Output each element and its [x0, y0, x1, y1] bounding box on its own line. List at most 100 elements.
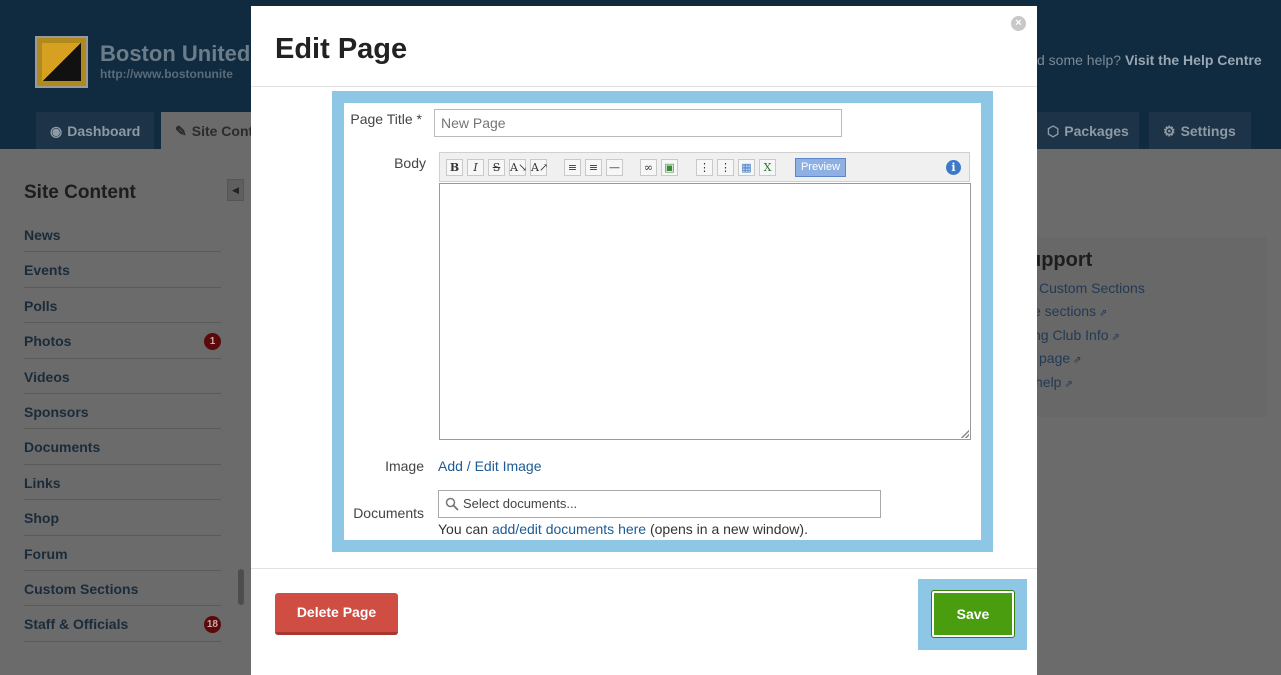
sidebar-item-polls[interactable]: Polls	[24, 288, 221, 324]
documents-note-suffix: (opens in a new window).	[649, 521, 808, 537]
external-link-icon: ⇗	[1099, 308, 1108, 319]
excel-icon[interactable]: X	[759, 159, 776, 176]
sidebar-item-staff-officials[interactable]: Staff & Officials 18	[24, 606, 221, 642]
bullet-list-icon[interactable]: ⋮	[696, 159, 713, 176]
support-link-sections[interactable]: e sections ⇗	[1033, 303, 1107, 319]
sidebar-item-photos[interactable]: Photos 1	[24, 323, 221, 359]
sidebar-item-label: News	[24, 227, 61, 243]
sidebar-item-label: Videos	[24, 368, 70, 385]
subscript-icon[interactable]: A↘	[509, 159, 527, 176]
sidebar-item-label: Forum	[24, 545, 68, 562]
tab-site-content[interactable]: ✎ Site Cont	[161, 112, 254, 149]
support-panel: upport Custom Sections e sections ⇗ ng Cl…	[1000, 237, 1266, 417]
documents-note-prefix: You can	[438, 521, 489, 537]
collapse-sidebar-button[interactable]: ◀	[227, 179, 244, 201]
sidebar-item-label: Photos	[24, 333, 72, 350]
sidebar-item-shop[interactable]: Shop	[24, 500, 221, 536]
edit-page-modal: Edit Page × Page Title * Body B I S A↘ A…	[251, 6, 1037, 675]
documents-label: Documents	[353, 505, 424, 521]
sidebar-scrollbar[interactable]	[238, 569, 244, 605]
sidebar-item-documents[interactable]: Documents	[24, 429, 221, 465]
tab-label: Packages	[1064, 123, 1129, 139]
edit-page-form: Page Title * Body B I S A↘ A↗ ≡ ≡ — ∞ ▣ …	[344, 103, 981, 540]
preview-button[interactable]: Preview	[795, 158, 846, 177]
add-edit-image-link[interactable]: Add / Edit Image	[438, 458, 542, 474]
sidebar-item-events[interactable]: Events	[24, 252, 221, 288]
editor-toolbar: B I S A↘ A↗ ≡ ≡ — ∞ ▣ ⋮ ⋮ ▦ X Preview i	[439, 152, 970, 182]
sidebar-item-label: Sponsors	[24, 403, 89, 420]
page-title-input[interactable]	[434, 109, 842, 137]
save-button[interactable]: Save	[931, 590, 1015, 638]
numbered-list-icon[interactable]: ⋮	[717, 159, 734, 176]
external-link-icon: ⇗	[1073, 355, 1082, 366]
image-icon[interactable]: ▣	[661, 159, 678, 176]
strikethrough-button[interactable]: S	[488, 159, 505, 176]
gear-icon: ⚙	[1163, 123, 1176, 139]
documents-placeholder: Select documents...	[463, 496, 578, 511]
italic-button[interactable]: I	[467, 159, 484, 176]
help-prompt: d some help? Visit the Help Centre	[1037, 52, 1262, 68]
superscript-icon[interactable]: A↗	[530, 159, 548, 176]
sidebar-title: Site Content	[24, 182, 136, 203]
info-icon[interactable]: i	[946, 160, 961, 175]
sidebar-item-label: Events	[24, 262, 70, 279]
sidebar-item-forum[interactable]: Forum	[24, 536, 221, 571]
modal-title: Edit Page	[275, 33, 408, 65]
dashboard-icon: ◉	[50, 123, 63, 139]
sidebar-item-custom-sections[interactable]: Custom Sections	[24, 571, 221, 607]
support-link-page[interactable]: page ⇗	[1039, 350, 1082, 366]
documents-select[interactable]: Select documents...	[438, 490, 881, 518]
count-badge: 18	[203, 616, 221, 634]
align-center-icon[interactable]: ≡	[564, 159, 581, 176]
support-link-label: page	[1039, 350, 1071, 366]
sidebar-item-label: Shop	[24, 510, 59, 527]
tab-packages[interactable]: ⬡ Packages	[1037, 112, 1139, 149]
sidebar-item-videos[interactable]: Videos	[24, 359, 221, 394]
sidebar-item-links[interactable]: Links	[24, 465, 221, 501]
search-icon	[445, 497, 459, 511]
support-link-custom-sections[interactable]: Custom Sections	[1039, 280, 1145, 296]
site-url: http://www.bostonunite	[100, 67, 233, 81]
sidebar-item-label: Polls	[24, 297, 58, 314]
sidebar-list: News Events Polls Photos 1 Videos Sponsor…	[24, 217, 221, 642]
support-link-help[interactable]: help ⇗	[1035, 374, 1073, 390]
support-link-club-info[interactable]: ng Club Info ⇗	[1033, 327, 1120, 343]
form-highlight: Page Title * Body B I S A↘ A↗ ≡ ≡ — ∞ ▣ …	[332, 91, 993, 552]
sidebar-item-sponsors[interactable]: Sponsors	[24, 394, 221, 430]
tab-dashboard[interactable]: ◉ Dashboard	[36, 112, 155, 149]
body-textarea[interactable]	[439, 183, 971, 440]
package-icon: ⬡	[1047, 123, 1060, 139]
align-right-icon[interactable]: ≡	[585, 159, 602, 176]
club-logo	[35, 36, 88, 88]
sidebar-item-label: Documents	[24, 439, 101, 456]
external-link-icon: ⇗	[1111, 332, 1120, 343]
tab-settings[interactable]: ⚙ Settings	[1149, 112, 1251, 149]
save-highlight: Save	[918, 579, 1027, 650]
site-name: Boston United	[100, 41, 251, 66]
table-icon[interactable]: ▦	[738, 159, 755, 176]
sidebar: Site Content ◀ News Events Polls Photos 1…	[0, 149, 244, 675]
support-link-label: e sections	[1033, 303, 1097, 319]
add-edit-documents-link[interactable]: add/edit documents here	[492, 521, 646, 537]
help-centre-link[interactable]: Visit the Help Centre	[1125, 52, 1262, 68]
sidebar-item-label: Custom Sections	[24, 580, 139, 597]
horizontal-rule-icon[interactable]: —	[606, 159, 623, 176]
resize-handle[interactable]	[961, 430, 969, 438]
image-label: Image	[385, 458, 424, 474]
count-badge: 1	[204, 333, 221, 351]
sidebar-item-news[interactable]: News	[24, 217, 221, 253]
support-link-label: Custom Sections	[1039, 280, 1145, 296]
tab-label: Dashboard	[67, 123, 141, 139]
support-link-label: ng Club Info	[1033, 327, 1109, 343]
tab-label: Site Cont	[191, 123, 254, 139]
divider	[251, 568, 1037, 569]
delete-page-button[interactable]: Delete Page	[275, 593, 398, 635]
external-link-icon: ⇗	[1064, 379, 1073, 390]
close-icon[interactable]: ×	[1011, 16, 1026, 31]
sidebar-item-label: Staff & Officials	[24, 616, 129, 633]
pencil-icon: ✎	[175, 123, 187, 139]
help-prefix: d some help?	[1037, 52, 1122, 68]
bold-button[interactable]: B	[446, 159, 463, 176]
link-icon[interactable]: ∞	[640, 159, 657, 176]
support-link-label: help	[1035, 374, 1062, 390]
